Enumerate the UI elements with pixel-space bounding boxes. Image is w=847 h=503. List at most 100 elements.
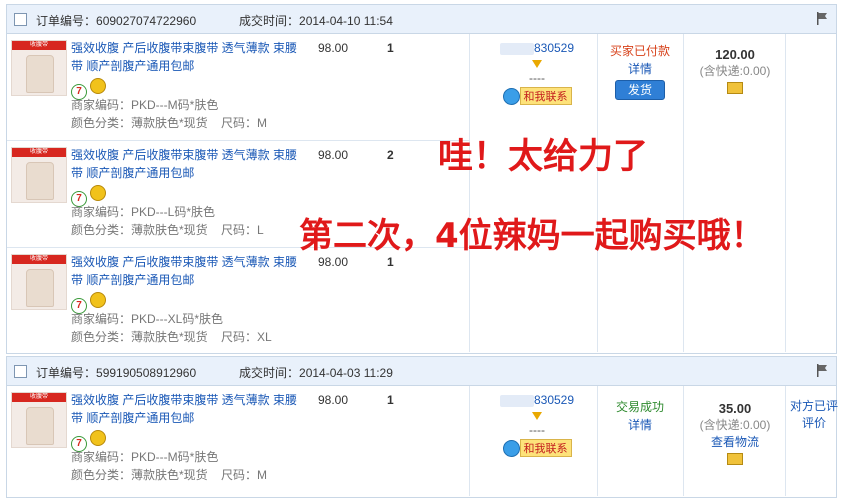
seller-name-blurred <box>499 42 534 55</box>
order-number: 订单编号：609027074722960 <box>36 12 196 29</box>
order-time: 成交时间：2014-04-10 11:54 <box>239 12 393 29</box>
view-logistics-link[interactable]: 查看物流 <box>685 434 785 451</box>
quantity: 1 <box>387 41 394 55</box>
order-header: 订单编号：609027074722960 成交时间：2014-04-10 11:… <box>7 5 836 34</box>
order-number-label: 订单编号： <box>36 14 97 28</box>
chat-face-icon <box>502 439 520 457</box>
divider <box>683 34 684 352</box>
merchant-code: 商家编码：PKD---L码*肤色 <box>71 205 216 219</box>
product-title-link[interactable]: 强效收腹 产后收腹带束腹带 透气薄款 束腰带 顺产剖腹产通用包邮 <box>71 253 307 289</box>
payment-card-icon <box>727 82 743 94</box>
product-thumbnail[interactable]: 收腹带 <box>11 392 67 448</box>
order-time-label: 成交时间： <box>239 366 300 380</box>
divider <box>683 386 684 496</box>
quantity: 1 <box>387 255 394 269</box>
flower-badge-icon <box>90 78 106 94</box>
service-badges: 7 <box>71 292 106 314</box>
seller-cell: 830529 ---- 和我联系 <box>477 393 597 457</box>
merchant-code: 商家编码：PKD---M码*肤色 <box>71 98 219 112</box>
flag-icon[interactable] <box>816 364 828 377</box>
funnel-icon[interactable] <box>532 412 542 420</box>
divider <box>469 386 470 496</box>
unit-price: 98.00 <box>318 393 349 407</box>
order-amount: 35.00 <box>718 401 752 416</box>
other-party-reviewed-link[interactable]: 对方已评 <box>787 398 841 415</box>
flag-icon[interactable] <box>816 12 828 25</box>
product-thumbnail[interactable]: 收腹带 <box>11 147 67 203</box>
color-category: 颜色分类：薄款肤色*现货 <box>71 330 208 344</box>
order-header: 订单编号：599190508912960 成交时间：2014-04-03 11:… <box>7 357 836 386</box>
product-title-link[interactable]: 强效收腹 产后收腹带束腹带 透气薄款 束腰带 顺产剖腹产通用包邮 <box>71 391 307 427</box>
product-title-link[interactable]: 强效收腹 产后收腹带束腹带 透气薄款 束腰带 顺产剖腹产通用包邮 <box>71 146 307 182</box>
order-number: 订单编号：599190508912960 <box>36 364 196 381</box>
quantity: 2 <box>387 148 394 162</box>
overlay-headline: 哇！太给力了 <box>438 137 649 177</box>
overlay-subheadline: 第二次，4位辣妈一起购买哦！ <box>299 216 765 256</box>
unit-price: 98.00 <box>318 41 349 55</box>
order-number-label: 订单编号： <box>36 366 97 380</box>
flower-badge-icon <box>90 185 106 201</box>
order-amount: 120.00 <box>715 47 755 62</box>
ship-button[interactable]: 发货 <box>615 80 665 100</box>
color-category: 颜色分类：薄款肤色*现货 <box>71 116 208 130</box>
contact-me-button[interactable]: 和我联系 <box>502 439 572 457</box>
contact-me-label: 和我联系 <box>519 439 572 457</box>
service-badges: 7 <box>71 430 106 452</box>
sku-info: 颜色分类：薄款肤色*现货 尺码：M <box>71 114 267 132</box>
service-badges: 7 <box>71 78 106 100</box>
contact-me-button[interactable]: 和我联系 <box>502 87 572 105</box>
review-link[interactable]: 评价 <box>787 415 841 432</box>
divider <box>597 34 598 352</box>
flower-badge-icon <box>90 292 106 308</box>
review-cell: 对方已评 评价 <box>787 398 841 432</box>
chat-face-icon <box>502 87 520 105</box>
shipping-included: (含快递:0.00) <box>699 418 771 432</box>
unit-price: 98.00 <box>318 255 349 269</box>
order-card: 订单编号：609027074722960 成交时间：2014-04-10 11:… <box>6 4 837 354</box>
order-card: 订单编号：599190508912960 成交时间：2014-04-03 11:… <box>6 356 838 498</box>
order-number-value: 609027074722960 <box>96 14 197 28</box>
contact-me-label: 和我联系 <box>519 87 572 105</box>
status-cell: 交易成功 详情 <box>599 398 681 434</box>
order-item: 收腹带 强效收腹 产后收腹带束腹带 透气薄款 束腰带 顺产剖腹产通用包邮 7 商… <box>7 34 469 141</box>
sku-info: 颜色分类：薄款肤色*现货 尺码：M <box>71 466 267 484</box>
seller-name-blurred <box>499 394 534 407</box>
order-item: 收腹带 强效收腹 产后收腹带束腹带 透气薄款 束腰带 顺产剖腹产通用包邮 7 商… <box>7 248 469 354</box>
order-status: 交易成功 <box>615 400 664 414</box>
order-time-label: 成交时间： <box>239 14 300 28</box>
amount-cell: 35.00 (含快递:0.00) 查看物流 <box>685 400 785 470</box>
color-category: 颜色分类：薄款肤色*现货 <box>71 223 208 237</box>
order-time: 成交时间：2014-04-03 11:29 <box>239 364 393 381</box>
size-value: 尺码：M <box>221 116 268 130</box>
quantity: 1 <box>387 393 394 407</box>
size-value: 尺码：M <box>221 468 268 482</box>
funnel-icon[interactable] <box>532 60 542 68</box>
sku-info: 颜色分类：薄款肤色*现货 尺码：XL <box>71 328 272 346</box>
size-value: 尺码：L <box>221 223 264 237</box>
seller-name-link[interactable]: 830529 <box>534 393 574 407</box>
flower-badge-icon <box>90 430 106 446</box>
product-thumbnail[interactable]: 收腹带 <box>11 254 67 310</box>
amount-cell: 120.00 (含快递:0.00) <box>685 46 785 99</box>
order-select-checkbox[interactable] <box>14 365 27 378</box>
product-thumbnail[interactable]: 收腹带 <box>11 40 67 96</box>
status-cell: 买家已付款 详情 发货 <box>599 42 681 100</box>
service-badges: 7 <box>71 185 106 207</box>
seller-name-link[interactable]: 830529 <box>534 41 574 55</box>
order-select-checkbox[interactable] <box>14 13 27 26</box>
order-time-value: 2014-04-03 11:29 <box>299 366 393 380</box>
divider <box>469 34 470 352</box>
status-detail-link[interactable]: 详情 <box>599 416 681 434</box>
divider <box>785 386 786 496</box>
merchant-code: 商家编码：PKD---M码*肤色 <box>71 450 219 464</box>
divider <box>785 34 786 352</box>
merchant-code: 商家编码：PKD---XL码*肤色 <box>71 312 224 326</box>
divider <box>597 386 598 496</box>
unit-price: 98.00 <box>318 148 349 162</box>
product-title-link[interactable]: 强效收腹 产后收腹带束腹带 透气薄款 束腰带 顺产剖腹产通用包邮 <box>71 39 307 75</box>
sku-info: 颜色分类：薄款肤色*现货 尺码：L <box>71 221 264 239</box>
status-detail-link[interactable]: 详情 <box>599 60 681 78</box>
order-time-value: 2014-04-10 11:54 <box>299 14 393 28</box>
payment-card-icon <box>727 453 743 465</box>
size-value: 尺码：XL <box>221 330 272 344</box>
